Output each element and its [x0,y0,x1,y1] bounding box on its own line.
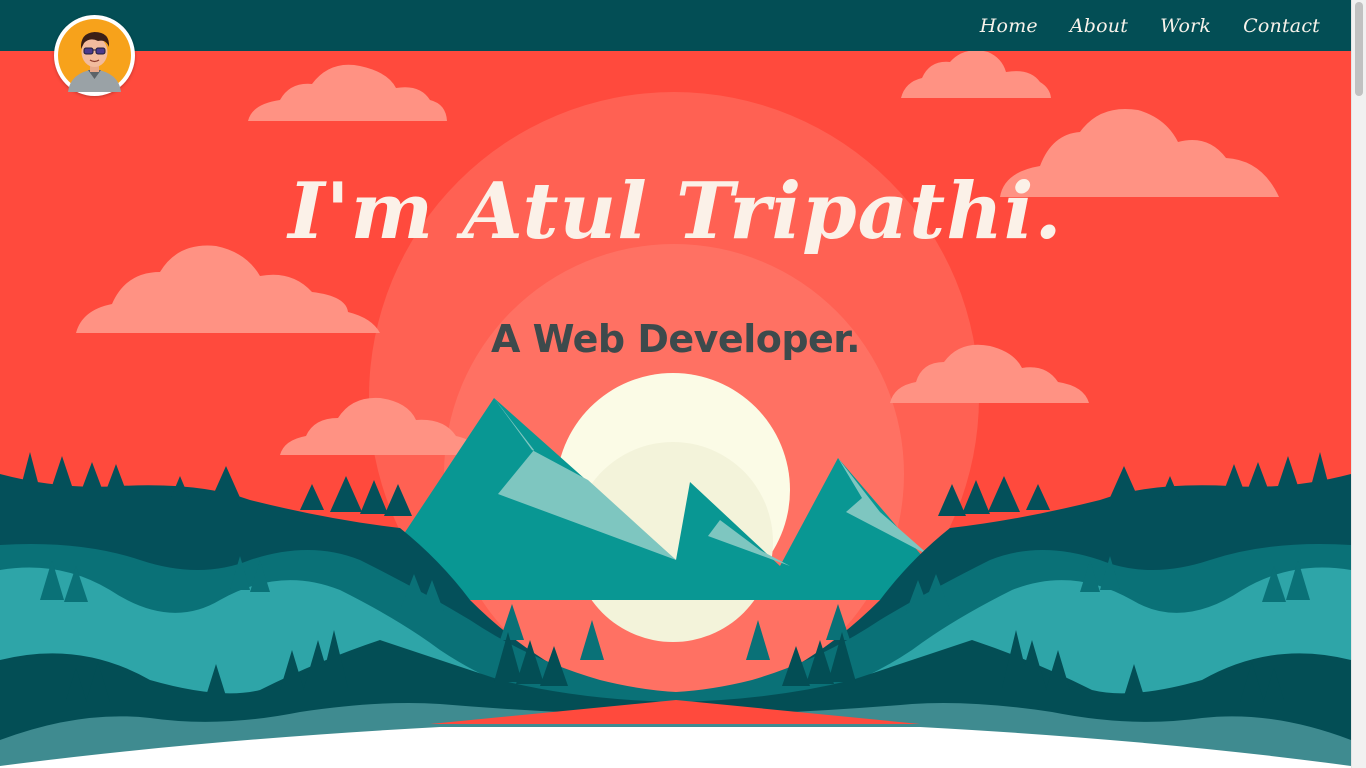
page: Home About Work Contact I'm Atul Tripath… [0,0,1366,768]
hero-subheadline: A Web Developer. [490,317,861,361]
nav-home-link[interactable]: Home [980,15,1038,37]
avatar[interactable] [54,15,135,96]
avatar-glasses-right [95,47,106,55]
nav-contact-link[interactable]: Contact [1243,15,1320,37]
nav-work-link[interactable]: Work [1160,15,1211,37]
main-nav: Home About Work Contact [980,0,1320,51]
top-navbar: Home About Work Contact [0,0,1351,51]
cartoon-person-avatar-icon [58,19,131,92]
hero-illustration [0,0,1351,768]
hero-headline: I'm Atul Tripathi. [288,166,1063,257]
avatar-glasses-left [83,47,94,55]
vertical-scrollbar[interactable] [1351,0,1366,768]
scrollbar-thumb[interactable] [1355,2,1363,96]
nav-about-link[interactable]: About [1070,15,1128,37]
